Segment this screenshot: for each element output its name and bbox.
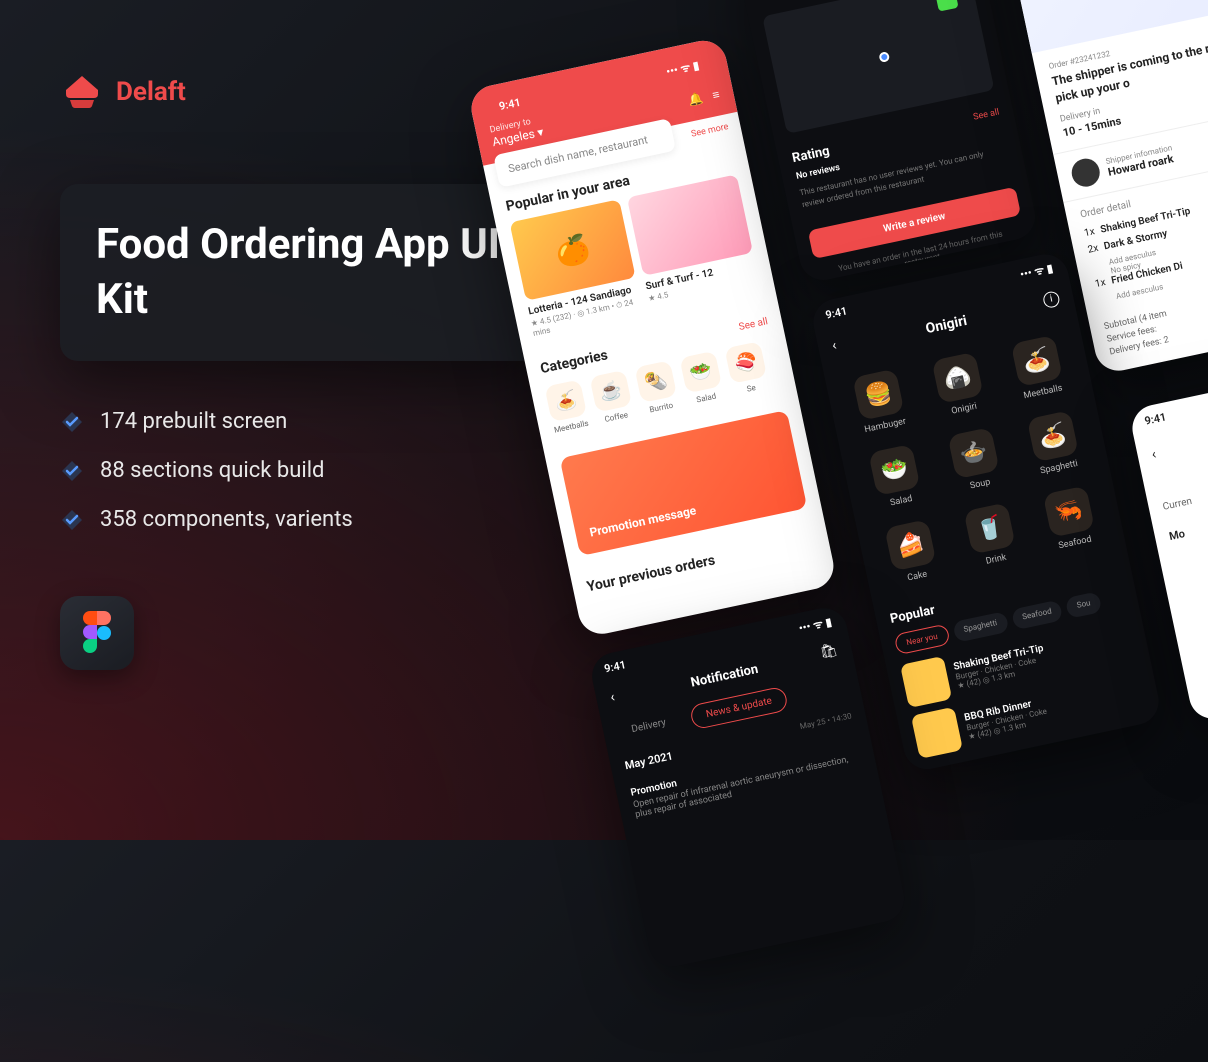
restaurant-card[interactable]: Surf & Turf - 12 ★ 4.5 [627, 174, 761, 313]
filter-chip[interactable]: Sou [1065, 591, 1102, 619]
status-icons: ••• ᯤ ▮ [1019, 261, 1055, 283]
check-icon [60, 410, 84, 434]
figma-icon [82, 611, 112, 655]
category-icon: 🦐 [1042, 486, 1094, 538]
check-icon [60, 459, 84, 483]
filter-chip[interactable]: Near you [894, 624, 951, 656]
category-item[interactable]: 🍝Meetballs [997, 332, 1078, 404]
category-icon: 🍲 [947, 427, 999, 479]
avatar [1069, 156, 1102, 189]
category-item[interactable]: 🦐Seafood [1029, 483, 1110, 555]
feature-item: 174 prebuilt screen [60, 409, 540, 434]
category-icon: 🍙 [931, 352, 983, 404]
figma-badge [60, 596, 134, 670]
restaurant-card[interactable]: 🍊 Lotteria - 124 Sandiago ★ 4.5 (232) · … [510, 199, 644, 338]
status-time: 9:41 [498, 96, 523, 115]
mockup-notification: 9:41••• ᯤ ▮ ‹ 🛍 Notification Delivery Ne… [588, 604, 909, 971]
map-location-icon [878, 51, 890, 63]
bell-icon[interactable]: 🔔 [687, 91, 705, 108]
map-marker-icon [935, 0, 959, 12]
logo-icon [60, 70, 104, 114]
category-item[interactable]: 🥗Salad [679, 351, 724, 406]
feature-item: 358 components, varients [60, 507, 540, 532]
status-time: 9:41 [603, 658, 628, 677]
check-icon [60, 508, 84, 532]
menu-icon[interactable]: ≡ [711, 87, 721, 102]
mockups-cluster: 9:41••• ᯤ ▮ Delivery to Angeles ▾ 🔔≡ Sea… [383, 0, 1208, 1062]
feature-text: 88 sections quick build [100, 458, 324, 483]
category-icon: 🍝 [544, 379, 587, 422]
feature-text: 174 prebuilt screen [100, 409, 287, 434]
month-label: May 2021 [624, 749, 674, 772]
food-image [911, 707, 963, 759]
status-icons: ••• ᯤ ▮ [797, 614, 833, 636]
filter-chip[interactable]: Spaghetti [952, 611, 1009, 643]
category-item[interactable]: 🥗Salad [856, 441, 937, 513]
category-item[interactable]: ☕Coffee [589, 370, 634, 425]
category-icon: 🍝 [1010, 335, 1062, 387]
feature-text: 358 components, varients [100, 507, 353, 532]
category-item[interactable]: 🍝Spaghetti [1013, 407, 1094, 479]
category-item[interactable]: 🍔Hambuger [840, 366, 921, 438]
status-time: 9:41 [1143, 410, 1168, 429]
category-icon: 🥤 [963, 502, 1015, 554]
category-item[interactable]: 🍲Soup [934, 424, 1015, 496]
category-icon: 🍰 [885, 519, 937, 571]
filter-chip[interactable]: Seafood [1011, 599, 1064, 630]
mockup-address: Addres ◎ 1.3 km • ⏱ 24 mins 711-2880 Nul… [734, 0, 1039, 285]
feature-list: 174 prebuilt screen 88 sections quick bu… [60, 409, 540, 532]
category-item[interactable]: 🌯Burrito [634, 360, 679, 415]
category-item[interactable]: 🥤Drink [950, 500, 1031, 572]
category-item[interactable]: 🍰Cake [872, 516, 953, 588]
section-title: Categories [539, 347, 609, 377]
see-more-link[interactable]: See more [690, 122, 729, 140]
brand-name: Delaft [116, 77, 186, 107]
status-icons: ••• ᯤ ▮ [665, 58, 701, 80]
status-time: 9:41 [824, 304, 849, 323]
category-item[interactable]: 🍝Meetballs [544, 379, 589, 434]
food-image [900, 656, 952, 708]
category-icon: 🥗 [869, 444, 921, 496]
category-icon: 🍔 [853, 368, 905, 420]
category-icon: 🌯 [634, 360, 677, 403]
category-icon: 🥗 [679, 351, 722, 394]
category-icon: ☕ [589, 370, 632, 413]
category-item[interactable]: 🍙Onigiri [918, 349, 999, 421]
feature-item: 88 sections quick build [60, 458, 540, 483]
category-icon: 🍣 [724, 341, 767, 384]
category-item[interactable]: 🍣Se [724, 341, 769, 396]
see-all-link[interactable]: See all [738, 316, 769, 333]
category-icon: 🍝 [1026, 410, 1078, 462]
